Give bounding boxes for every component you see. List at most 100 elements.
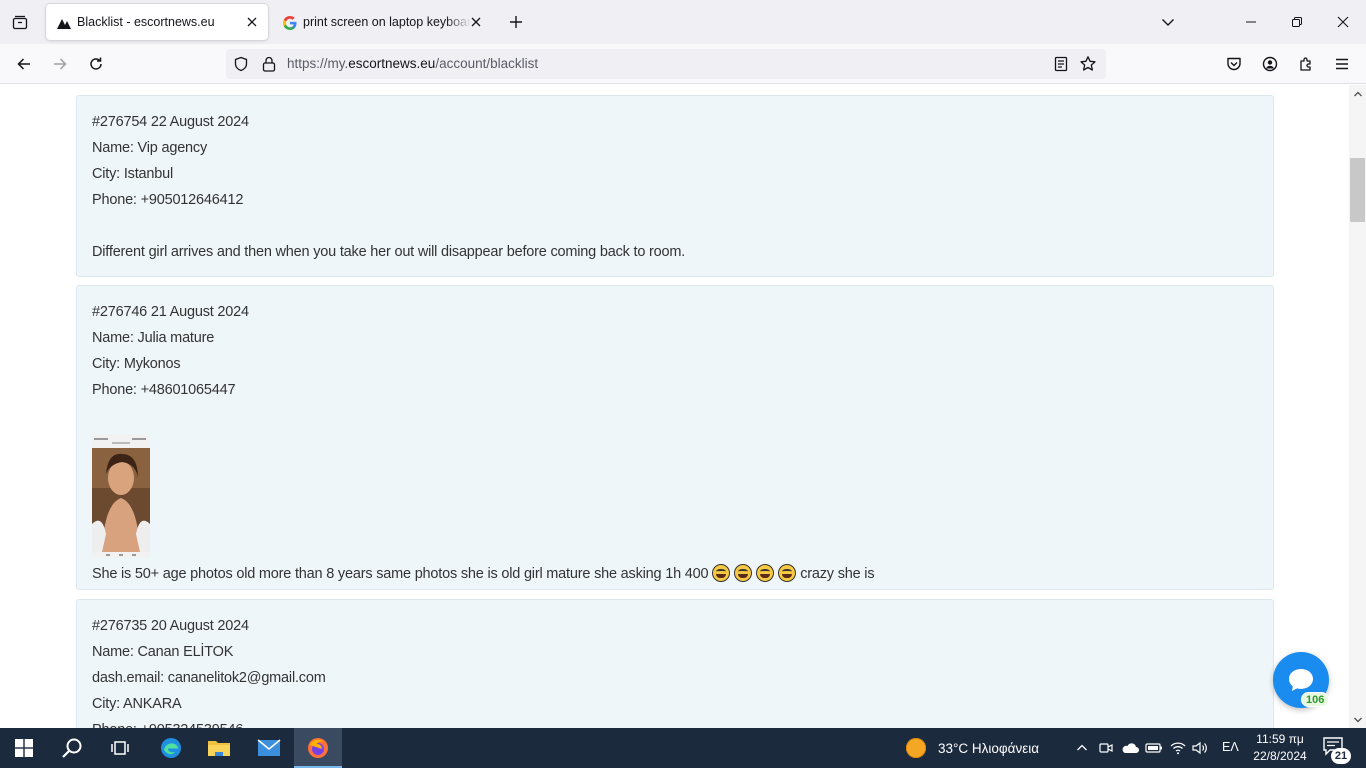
folder-icon	[208, 741, 230, 756]
page-scrollbar[interactable]	[1349, 85, 1366, 728]
laughing-emoji-icon	[734, 564, 753, 582]
mail-icon	[257, 739, 281, 756]
list-all-tabs-button[interactable]	[6, 8, 34, 36]
forward-button[interactable]	[44, 48, 76, 80]
sun-icon	[906, 738, 926, 758]
tab-list-icon	[12, 15, 28, 30]
minimize-button[interactable]	[1228, 0, 1274, 44]
entry-header: #276754 22 August 2024	[92, 114, 249, 130]
reload-button[interactable]	[80, 48, 112, 80]
pocket-button[interactable]	[1218, 48, 1250, 80]
tab-google-search[interactable]: print screen on laptop keyboard	[272, 4, 492, 40]
lock-icon[interactable]	[260, 55, 278, 73]
reader-view-icon[interactable]	[1052, 55, 1070, 73]
entry-phone: Phone: +48601065447	[92, 382, 236, 398]
blacklist-entry: #276735 20 August 2024 Name: Canan ELİTO…	[76, 599, 1274, 728]
chevron-up-icon[interactable]	[1072, 738, 1092, 758]
weather-widget[interactable]: 33°C Ηλιοφάνεια	[906, 736, 1039, 760]
account-button[interactable]	[1254, 48, 1286, 80]
restore-icon	[1292, 17, 1302, 27]
chat-bubble-icon	[1289, 669, 1313, 691]
close-icon	[1337, 16, 1349, 28]
entry-header: #276746 21 August 2024	[92, 304, 249, 320]
entry-comment: She is 50+ age photos old more than 8 ye…	[92, 564, 875, 582]
input-language-indicator[interactable]: ΕΛ	[1222, 740, 1239, 754]
volume-icon[interactable]	[1190, 738, 1210, 758]
entry-name: Name: Julia mature	[92, 330, 215, 346]
clock-time: 11:59 πμ	[1256, 732, 1304, 746]
entry-name: Name: Vip agency	[92, 140, 208, 156]
blacklist-entry: #276746 21 August 2024 Name: Julia matur…	[76, 285, 1274, 590]
scroll-down-arrow-icon[interactable]	[1349, 711, 1366, 728]
tab-title: print screen on laptop keyboard	[303, 15, 471, 29]
tab-overflow-button[interactable]	[1154, 8, 1182, 36]
blacklist-entry: #276754 22 August 2024 Name: Vip agency …	[76, 95, 1274, 277]
start-button[interactable]	[0, 728, 48, 768]
firefox-icon	[308, 738, 328, 758]
onedrive-cloud-icon[interactable]	[1120, 738, 1140, 758]
shield-icon[interactable]	[232, 55, 250, 73]
pocket-icon	[1227, 57, 1241, 71]
entry-phone: Phone: +905324539546	[92, 720, 1273, 728]
puzzle-icon	[1300, 57, 1311, 71]
mail-button[interactable]	[245, 728, 293, 768]
tab-blacklist[interactable]: Blacklist - escortnews.eu	[46, 4, 268, 40]
new-tab-button[interactable]	[502, 8, 530, 36]
laughing-emoji-icon	[778, 564, 797, 582]
app-menu-button[interactable]	[1326, 48, 1358, 80]
scroll-up-arrow-icon[interactable]	[1349, 85, 1366, 102]
account-icon	[1262, 56, 1278, 72]
url-text[interactable]: https://my.escortnews.eu/account/blackli…	[287, 56, 538, 72]
taskbar-clock[interactable]: 11:59 πμ 22/8/2024	[1252, 731, 1308, 765]
chat-unread-badge: 106	[1301, 692, 1330, 707]
restore-button[interactable]	[1274, 0, 1320, 44]
clock-date: 22/8/2024	[1253, 749, 1307, 763]
windows-logo-icon	[15, 739, 33, 757]
entry-name: Name: Canan ELİTOK	[92, 644, 234, 660]
file-explorer-button[interactable]	[195, 728, 243, 768]
notification-count-badge: 21	[1331, 748, 1351, 764]
close-window-button[interactable]	[1320, 0, 1366, 44]
laughing-emoji-icon	[712, 564, 731, 582]
edge-taskbar-button[interactable]	[147, 728, 195, 768]
chevron-down-icon	[1162, 19, 1174, 26]
back-button[interactable]	[8, 48, 40, 80]
tab-title: Blacklist - escortnews.eu	[77, 15, 215, 29]
windows-taskbar: 33°C Ηλιοφάνεια ΕΛ 11:59 πμ 22/8/2024	[0, 728, 1366, 768]
navigation-toolbar: https://my.escortnews.eu/account/blackli…	[0, 44, 1366, 84]
wifi-icon[interactable]	[1168, 738, 1188, 758]
entry-phone: Phone: +905012646412	[92, 192, 244, 208]
hamburger-menu-icon	[1336, 58, 1348, 70]
scroll-thumb[interactable]	[1350, 158, 1365, 222]
attached-photo-thumbnail[interactable]	[92, 434, 150, 558]
minimize-icon	[1246, 21, 1256, 23]
task-view-icon	[111, 741, 129, 755]
arrow-left-icon	[17, 58, 30, 70]
meet-now-icon[interactable]	[1096, 738, 1116, 758]
edge-icon	[161, 738, 181, 758]
entry-city: City: Mykonos	[92, 356, 181, 372]
laughing-emoji-icon	[756, 564, 775, 582]
extensions-button[interactable]	[1290, 48, 1322, 80]
battery-icon[interactable]	[1144, 738, 1164, 758]
arrow-right-icon	[54, 58, 67, 70]
google-favicon-icon	[282, 15, 298, 31]
page-content: #276754 22 August 2024 Name: Vip agency …	[0, 85, 1349, 728]
close-icon[interactable]	[244, 14, 260, 30]
tab-strip: Blacklist - escortnews.eu print screen o…	[0, 0, 1366, 44]
entry-city: City: ANKARA	[92, 696, 182, 712]
search-icon	[62, 738, 82, 758]
task-view-button[interactable]	[96, 728, 144, 768]
reload-icon	[90, 57, 102, 70]
entry-email: dash.email: cananelitok2@gmail.com	[92, 670, 326, 686]
plus-icon	[510, 16, 522, 28]
escortnews-favicon-icon	[56, 15, 72, 31]
firefox-taskbar-button[interactable]	[294, 728, 342, 768]
address-bar[interactable]: https://my.escortnews.eu/account/blackli…	[226, 49, 1106, 79]
search-button[interactable]	[48, 728, 96, 768]
entry-comment: Different girl arrives and then when you…	[92, 244, 686, 260]
entry-header: #276735 20 August 2024	[92, 618, 249, 634]
bookmark-star-icon[interactable]	[1079, 55, 1097, 73]
close-icon[interactable]	[468, 14, 484, 30]
entry-city: City: Istanbul	[92, 166, 174, 182]
